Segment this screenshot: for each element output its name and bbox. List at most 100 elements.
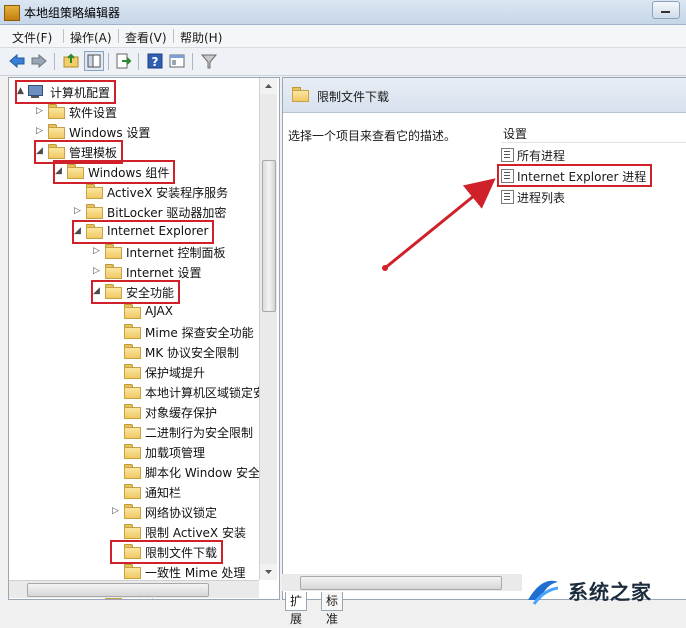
expand-arrow-icon[interactable]: ▷ [93, 265, 103, 277]
settings-header-label: 设置 [503, 127, 528, 141]
tree-item[interactable]: 限制 ActiveX 安装 [112, 522, 250, 542]
tree-item[interactable]: ▷ 网络协议锁定 [112, 502, 221, 522]
expand-arrow-icon[interactable]: ▷ [74, 205, 84, 217]
tree-item-label: Internet Explorer [107, 224, 209, 238]
setting-row[interactable]: 进程列表 [499, 187, 569, 206]
tree-item-label: Internet 控制面板 [126, 246, 226, 260]
svg-text:?: ? [152, 55, 159, 69]
scroll-thumb[interactable] [27, 583, 209, 597]
folder-icon [124, 404, 141, 419]
watermark-text: 系统之家 [568, 580, 652, 604]
settings-column-header[interactable]: 设置 [501, 120, 686, 143]
expand-arrow-icon[interactable]: ◢ [74, 225, 84, 237]
properties-icon[interactable] [168, 52, 186, 70]
tree-item[interactable]: ▷ Windows 设置 [36, 122, 154, 142]
minimize-button[interactable] [652, 1, 680, 19]
export-list-icon[interactable] [114, 52, 132, 70]
details-header: 限制文件下载 [283, 78, 686, 113]
setting-label: 进程列表 [517, 191, 566, 205]
forward-arrow-icon[interactable] [30, 52, 48, 70]
tree-item-label: 限制文件下载 [145, 546, 218, 560]
expand-arrow-icon[interactable]: ▷ [36, 105, 46, 117]
folder-icon [124, 424, 141, 439]
help-icon[interactable]: ? [146, 52, 164, 70]
no-arrow [112, 485, 122, 497]
tab-extended[interactable]: 扩展 [285, 592, 308, 626]
toolbar: ? [0, 48, 686, 76]
setting-row[interactable]: 所有进程 [499, 145, 569, 164]
window-title: 本地组策略编辑器 [24, 6, 121, 20]
folder-icon [124, 504, 141, 519]
show-tree-icon[interactable] [84, 51, 104, 71]
tree-item[interactable]: ▷ 软件设置 [36, 102, 121, 122]
tree-item[interactable]: 本地计算机区域锁定安 [112, 382, 269, 402]
tree-item[interactable]: ◢ Internet Explorer [72, 220, 214, 244]
expand-arrow-icon[interactable]: ▲ [17, 85, 27, 97]
tree-item[interactable]: ▷ BitLocker 驱动器加密 [74, 202, 230, 222]
menu-help[interactable]: 帮助(H) [176, 28, 226, 47]
filter-icon[interactable] [200, 52, 218, 70]
tree-item[interactable]: Mime 探查安全功能 [112, 322, 258, 342]
tree-item[interactable]: 一致性 Mime 处理 [112, 562, 249, 582]
policy-setting-icon [501, 169, 514, 183]
expand-arrow-icon[interactable]: ◢ [93, 285, 103, 297]
expand-arrow-icon[interactable]: ◢ [36, 145, 46, 157]
tree-item-label: 本地计算机区域锁定安 [145, 386, 266, 400]
folder-icon [86, 224, 103, 239]
scroll-up-arrow-icon[interactable] [260, 78, 277, 94]
tree-item[interactable]: 加载项管理 [112, 442, 209, 462]
expand-arrow-icon[interactable]: ◢ [55, 165, 65, 177]
tree-item[interactable]: ▲ 计算机配置 [15, 80, 116, 104]
tree-item[interactable]: ◢ 管理模板 [34, 140, 123, 164]
no-arrow [112, 465, 122, 477]
tree-item-label: Internet 设置 [126, 266, 202, 280]
setting-row[interactable]: Internet Explorer 进程 [497, 164, 652, 187]
tab-standard[interactable]: 标准 [321, 592, 344, 626]
tree-item[interactable]: 二进制行为安全限制 [112, 422, 257, 442]
tree-item[interactable]: 保护域提升 [112, 362, 209, 382]
folder-icon [124, 324, 141, 339]
menu-action[interactable]: 操作(A) [66, 28, 116, 47]
menu-view[interactable]: 查看(V) [121, 28, 171, 47]
tree-item[interactable]: 对象缓存保护 [112, 402, 221, 422]
expand-arrow-icon[interactable]: ▷ [112, 505, 122, 517]
tree-item[interactable]: ▷ Internet 设置 [93, 262, 205, 282]
folder-icon [124, 384, 141, 399]
back-arrow-icon[interactable] [8, 52, 26, 70]
tree-item[interactable]: ◢ Windows 组件 [53, 160, 175, 184]
tree-item-label: 网络协议锁定 [145, 506, 218, 520]
tree-vertical-scrollbar[interactable] [259, 78, 277, 580]
expand-arrow-icon[interactable]: ▷ [36, 125, 46, 137]
up-folder-icon[interactable] [62, 52, 80, 70]
tree-pane: ▲ 计算机配置 ▷ 软件设置 ▷ Windows 设置 ◢ 管理模板 ◢ Windows 组件 Ac… [8, 77, 280, 600]
watermark: 系统之家 [520, 568, 686, 612]
tree-item-label: 对象缓存保护 [145, 406, 218, 420]
tree-item[interactable]: AJAX [112, 302, 177, 322]
tree-item-label: 加载项管理 [145, 446, 206, 460]
setting-label: 所有进程 [517, 149, 566, 163]
folder-icon [124, 464, 141, 479]
tree-item[interactable]: MK 协议安全限制 [112, 342, 243, 362]
folder-icon [48, 124, 65, 139]
tree-item[interactable]: 限制文件下载 [110, 540, 223, 564]
tree-item[interactable]: ActiveX 安装程序服务 [74, 182, 232, 202]
scroll-thumb[interactable] [300, 576, 502, 590]
expand-arrow-icon[interactable]: ▷ [93, 245, 103, 257]
folder-icon [86, 184, 103, 199]
tree-item-label: 软件设置 [69, 106, 118, 120]
no-arrow [112, 445, 122, 457]
menu-file[interactable]: 文件(F) [8, 28, 56, 47]
tree-item[interactable]: 通知栏 [112, 482, 185, 502]
no-arrow [112, 305, 122, 317]
folder-icon [105, 284, 122, 299]
tree-item-label: MK 协议安全限制 [145, 346, 240, 360]
scroll-down-arrow-icon[interactable] [260, 564, 277, 580]
tree-item[interactable]: ▷ Internet 控制面板 [93, 242, 229, 262]
tree-item-label: Mime 探查安全功能 [145, 326, 254, 340]
scroll-thumb[interactable] [262, 160, 276, 312]
tree-item-label: 一致性 Mime 处理 [145, 566, 246, 580]
details-horizontal-scrollbar[interactable] [282, 574, 522, 591]
tree-horizontal-scrollbar[interactable] [9, 580, 259, 598]
tree-item[interactable]: 脚本化 Window 安全 [112, 462, 264, 482]
tree-item[interactable]: ◢ 安全功能 [91, 280, 180, 304]
